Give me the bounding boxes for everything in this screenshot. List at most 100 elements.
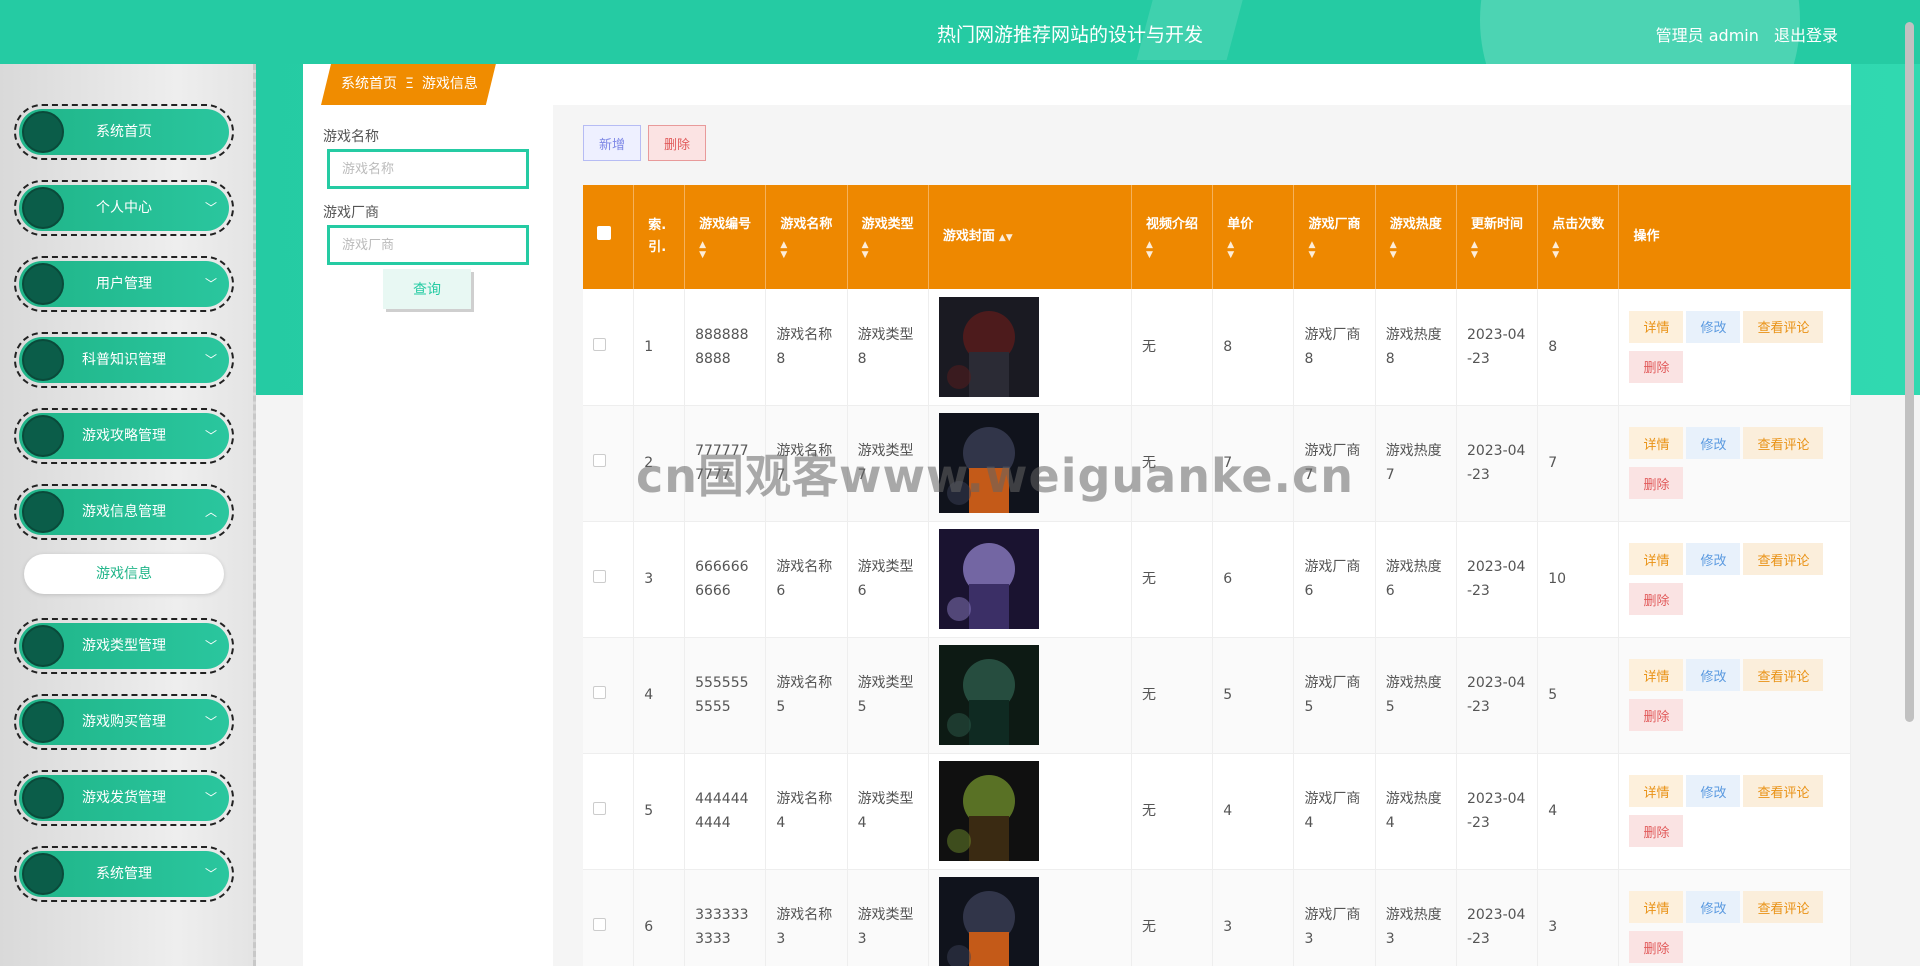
sort-icon[interactable]: ▲▼ [1227,240,1283,260]
game-name-input[interactable] [327,149,529,189]
row-checkbox[interactable] [593,570,606,583]
row-delete-button[interactable]: 删除 [1629,350,1684,383]
table-row[interactable]: 3 6666666666 游戏名称6 游戏类型6 无 6 游戏厂商6 游戏热度6 2023-04… [583,521,1851,638]
sidebar-item[interactable]: 游戏发货管理 ﹀ [14,770,234,826]
col-code[interactable]: 游戏编号 ▲ ▼ [684,185,767,289]
detail-button[interactable]: 详情 [1629,427,1684,459]
row-checkbox[interactable] [593,337,606,351]
sidebar-item-button[interactable]: 游戏发货管理 ﹀ [19,775,229,821]
sort-icon[interactable]: ▲▼ [999,233,1013,243]
game-cover-image[interactable] [938,645,1039,745]
row-delete-button[interactable]: 删除 [1629,699,1684,731]
submenu-item-game-info[interactable]: 游戏信息 [24,554,224,594]
game-cover-image[interactable] [938,413,1039,513]
row-delete-button[interactable]: 删除 [1629,467,1684,499]
sidebar-item-button[interactable]: 游戏信息管理 ︿ [19,489,229,535]
sort-icon[interactable]: ▲▼ [862,240,918,260]
sidebar-item[interactable]: 游戏信息管理 ︿ [14,484,234,540]
detail-button[interactable]: 详情 [1629,891,1684,923]
delete-button[interactable]: 删除 [648,125,706,161]
game-cover-image[interactable] [938,529,1039,629]
sort-icon[interactable]: ▲▼ [1552,240,1608,260]
select-all-checkbox[interactable] [597,226,611,240]
edit-button[interactable]: 修改 [1686,891,1741,923]
add-button[interactable]: 新增 [583,125,641,161]
view-comments-button[interactable]: 查看评论 [1743,775,1824,807]
row-delete-button[interactable]: 删除 [1629,931,1684,963]
view-comments-button[interactable]: 查看评论 [1743,659,1824,691]
detail-button[interactable]: 详情 [1629,310,1684,343]
query-button[interactable]: 查询 [383,269,471,309]
row-checkbox-cell[interactable] [583,869,635,966]
row-checkbox-cell[interactable] [583,753,635,870]
sidebar-item-button[interactable]: 个人中心 ﹀ [19,185,229,231]
row-checkbox[interactable] [593,454,606,467]
table-row[interactable]: 1 8888888888 游戏名称8 游戏类型8 无 8 游戏厂商8 游戏热度8 2023-04… [583,289,1851,406]
sidebar-item-button[interactable]: 系统首页 [19,109,229,155]
sidebar-item-button[interactable]: 科普知识管理 ﹀ [19,337,229,383]
breadcrumb-home[interactable]: 系统首页 [341,76,397,92]
edit-button[interactable]: 修改 [1686,310,1741,343]
row-checkbox[interactable] [593,918,606,931]
logout-link[interactable]: 退出登录 [1774,26,1838,45]
sidebar-item-button[interactable]: 游戏攻略管理 ﹀ [19,413,229,459]
row-checkbox-cell[interactable] [583,289,635,406]
sort-icon[interactable]: ▲▼ [1390,240,1446,260]
sort-icon[interactable]: ▲▼ [780,240,836,260]
sort-icon[interactable]: ▲▼ [1146,240,1202,260]
sidebar-item-button[interactable]: 系统管理 ﹀ [19,851,229,897]
edit-button[interactable]: 修改 [1686,659,1741,691]
col-heat[interactable]: 游戏热度 ▲ ▼ [1375,185,1457,289]
row-checkbox-cell[interactable] [583,637,635,754]
col-price[interactable]: 单价 ▲ ▼ [1212,185,1295,289]
row-delete-button[interactable]: 删除 [1629,815,1684,847]
sidebar-item-button[interactable]: 用户管理 ﹀ [19,261,229,307]
game-cover-image[interactable] [938,761,1039,861]
edit-button[interactable]: 修改 [1686,775,1741,807]
sidebar-item[interactable]: 个人中心 ﹀ [14,180,234,236]
view-comments-button[interactable]: 查看评论 [1743,891,1824,923]
sidebar-item[interactable]: 系统首页 [14,104,234,160]
row-checkbox-cell[interactable] [583,521,635,638]
sidebar-item[interactable]: 用户管理 ﹀ [14,256,234,312]
edit-button[interactable]: 修改 [1686,543,1741,575]
view-comments-button[interactable]: 查看评论 [1743,543,1824,575]
detail-button[interactable]: 详情 [1629,659,1684,691]
col-type[interactable]: 游戏类型 ▲ ▼ [847,185,929,289]
table-row[interactable]: 4 5555555555 游戏名称5 游戏类型5 无 5 游戏厂商5 游戏热度5 2023-04… [583,637,1851,754]
sidebar-item-button[interactable]: 游戏类型管理 ﹀ [19,623,229,669]
menu-dot-icon [22,415,64,457]
sort-icon[interactable]: ▲▼ [1471,240,1527,260]
sidebar-item[interactable]: 游戏购买管理 ﹀ [14,694,234,750]
sidebar-item[interactable]: 游戏类型管理 ﹀ [14,618,234,674]
col-updated[interactable]: 更新时间 ▲ ▼ [1456,185,1539,289]
col-name[interactable]: 游戏名称 ▲ ▼ [765,185,848,289]
view-comments-button[interactable]: 查看评论 [1743,427,1824,459]
game-cover-image[interactable] [938,296,1039,397]
col-clicks[interactable]: 点击次数 ▲ ▼ [1537,185,1620,289]
row-checkbox-cell[interactable] [583,405,635,522]
game-cover-image[interactable] [938,877,1039,966]
table-row[interactable]: 5 4444444444 游戏名称4 游戏类型4 无 4 游戏厂商4 游戏热度4 2023-04… [583,753,1851,870]
table-row[interactable]: 2 7777777777 游戏名称7 游戏类型7 无 7 游戏厂商7 游戏热度7 2023-04… [583,405,1851,522]
row-checkbox[interactable] [593,802,606,815]
sort-icon[interactable]: ▲▼ [699,240,755,260]
col-cover[interactable]: 游戏封面 ▲▼ [928,185,1132,289]
page-scrollbar[interactable] [1905,22,1914,722]
sidebar-item[interactable]: 系统管理 ﹀ [14,846,234,902]
select-all-checkbox-cell[interactable] [583,185,635,289]
detail-button[interactable]: 详情 [1629,775,1684,807]
col-vendor[interactable]: 游戏厂商 ▲ ▼ [1293,185,1376,289]
detail-button[interactable]: 详情 [1629,543,1684,575]
view-comments-button[interactable]: 查看评论 [1743,310,1824,343]
sidebar-item[interactable]: 游戏攻略管理 ﹀ [14,408,234,464]
edit-button[interactable]: 修改 [1686,427,1741,459]
sidebar-item[interactable]: 科普知识管理 ﹀ [14,332,234,388]
sort-icon[interactable]: ▲▼ [1308,240,1364,260]
table-row[interactable]: 6 3333333333 游戏名称3 游戏类型3 无 3 游戏厂商3 游戏热度3 2023-04… [583,869,1851,966]
row-delete-button[interactable]: 删除 [1629,583,1684,615]
col-video[interactable]: 视频介绍 ▲ ▼ [1131,185,1214,289]
sidebar-item-button[interactable]: 游戏购买管理 ﹀ [19,699,229,745]
game-vendor-input[interactable] [327,225,529,265]
row-checkbox[interactable] [593,686,606,699]
